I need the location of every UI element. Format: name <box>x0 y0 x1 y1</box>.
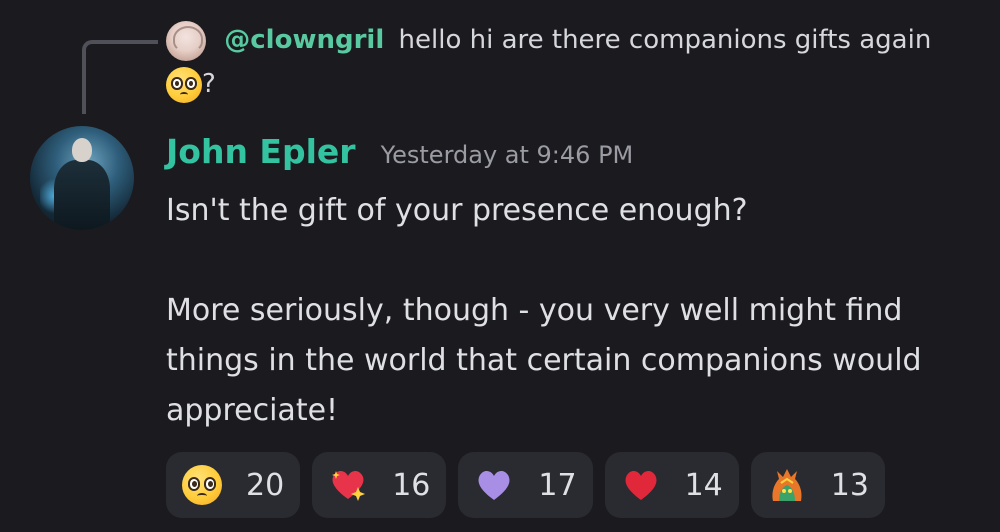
reply-preview[interactable]: @clowngril hello hi are there companions… <box>166 18 966 106</box>
reply-text-end: ? <box>202 69 216 99</box>
reaction-custom-dragon[interactable]: 13 <box>750 452 885 518</box>
reaction-sparkling-heart[interactable]: 16 <box>312 452 447 518</box>
reaction-red-heart[interactable]: 14 <box>604 452 739 518</box>
message-line: appreciate! <box>166 393 339 428</box>
author-name[interactable]: John Epler <box>166 132 356 171</box>
sparkling-heart-icon <box>328 465 368 505</box>
message-timestamp[interactable]: Yesterday at 9:46 PM <box>381 141 634 169</box>
reaction-pleading-face[interactable]: 20 <box>166 452 301 518</box>
author-avatar[interactable] <box>30 126 134 230</box>
pleading-face-icon <box>182 465 222 505</box>
message-line: Isn't the gift of your presence enough? <box>166 193 748 228</box>
reaction-bar: 20 16 17 14 13 <box>166 452 885 518</box>
reply-author-avatar[interactable] <box>166 20 206 61</box>
message-header: John Epler Yesterday at 9:46 PM <box>166 132 633 180</box>
reaction-count: 14 <box>684 467 723 503</box>
reaction-count: 20 <box>246 467 285 503</box>
red-heart-icon <box>621 465 661 505</box>
reaction-purple-heart[interactable]: 17 <box>458 452 593 518</box>
chat-message-container: @clowngril hello hi are there companions… <box>0 0 1000 532</box>
reaction-count: 17 <box>538 467 577 503</box>
purple-heart-icon <box>474 465 514 505</box>
reply-connector-line <box>82 40 158 114</box>
reaction-count: 16 <box>392 467 431 503</box>
message-line: things in the world that certain compani… <box>166 343 922 378</box>
pleading-face-icon <box>166 66 202 103</box>
reply-text: hello hi are there companions gifts agai… <box>398 25 932 55</box>
dragon-emoji-icon <box>767 465 807 505</box>
message-line: More seriously, though - you very well m… <box>166 293 903 328</box>
reaction-count: 13 <box>830 467 869 503</box>
reply-mention[interactable]: @clowngril <box>224 25 384 55</box>
message-body: Isn't the gift of your presence enough? … <box>166 186 966 436</box>
